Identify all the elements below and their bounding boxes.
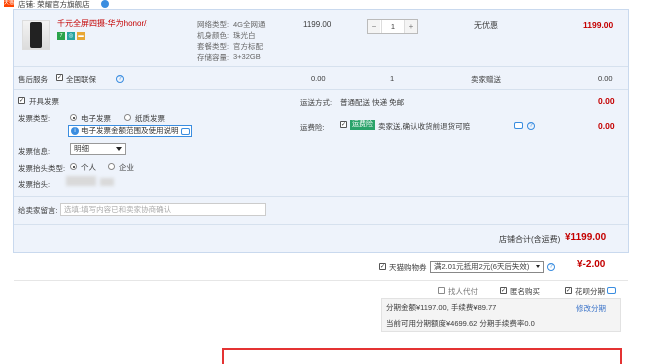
message-label: 给卖家留言: — [18, 206, 58, 215]
invoice-header-type-label: 发票抬头类型: — [18, 164, 66, 173]
installment-line1: 分期金额¥1197.00, 手续费¥89.77 — [386, 303, 497, 312]
attr-value-network: 4G全网通 — [233, 20, 266, 29]
row-divider — [14, 66, 628, 67]
coupon-label: 天猫购物券 — [389, 263, 427, 272]
row-divider — [14, 280, 628, 281]
chat-bubble-icon[interactable] — [607, 287, 616, 294]
coupon-select-value: 满2.01元抵用2元(6天后失效) — [434, 262, 530, 271]
modify-installment-link[interactable]: 修改分期 — [576, 303, 606, 314]
radio-company[interactable] — [108, 163, 115, 170]
insurance-label: 运费险: — [300, 123, 325, 132]
insurance-desc: 卖家送,确认收货前退货可赔 — [378, 122, 471, 131]
attr-label-network: 网络类型: — [197, 20, 230, 29]
coupon-select[interactable]: 满2.01元抵用2元(6天后失效) — [430, 261, 544, 273]
proxy-pay-label: 找人代付 — [448, 287, 478, 296]
chat-bubble-icon[interactable] — [514, 122, 523, 129]
insurance-checkbox[interactable] — [340, 121, 347, 128]
chevron-down-icon — [116, 147, 122, 151]
service-badge-icon: ◎ — [67, 32, 75, 40]
attr-label-storage: 存储容量: — [197, 53, 230, 62]
invoice-info-label: 发票信息: — [18, 147, 51, 156]
invoice-tip[interactable]: i 电子发票金额范围及使用说明 — [68, 125, 192, 137]
shipping-price: 0.00 — [598, 96, 615, 106]
company-label: 企业 — [119, 163, 134, 172]
decrease-button[interactable]: − — [368, 20, 380, 33]
message-input[interactable]: 选填:填写内容已和卖家协商确认 — [60, 203, 266, 216]
chevron-down-icon — [536, 265, 540, 268]
chat-icon[interactable] — [101, 0, 109, 8]
unit-price: 1199.00 — [303, 20, 332, 29]
order-summary-box — [222, 348, 622, 364]
credit-card-icon: ▬ — [77, 32, 85, 40]
invoice-tip-text: 电子发票金额范围及使用说明 — [81, 126, 179, 135]
info-icon: i — [71, 127, 79, 135]
row-divider — [14, 196, 628, 197]
attr-label-package: 套餐类型: — [197, 42, 230, 51]
seven-day-return-icon: 7 — [57, 32, 65, 40]
service-qty: 1 — [390, 74, 395, 83]
service-checkbox[interactable] — [56, 74, 63, 81]
service-subtotal: 0.00 — [598, 74, 613, 83]
personal-label: 个人 — [81, 163, 96, 172]
anonymous-checkbox[interactable] — [500, 287, 507, 294]
quantity-stepper: − 1 + — [367, 19, 418, 34]
help-icon[interactable]: ? — [527, 122, 535, 130]
attr-value-color: 珠光白 — [233, 31, 256, 40]
item-subtotal: 1199.00 — [583, 20, 614, 30]
shop-total-label: 店铺合计(含运费) — [499, 235, 561, 244]
tmall-tag-icon: 天猫 — [4, 0, 15, 7]
attr-value-package: 官方标配 — [233, 42, 263, 51]
invoice-header-value-redacted — [66, 176, 96, 186]
insurance-badge: 运费险 — [350, 120, 375, 130]
service-name: 全国联保 — [66, 75, 96, 84]
proxy-pay-checkbox[interactable] — [438, 287, 445, 294]
quantity-input[interactable]: 1 — [381, 20, 405, 33]
service-label: 售后服务 — [18, 75, 48, 84]
shop-total-value: ¥1199.00 — [565, 232, 607, 243]
attr-value-storage: 3+32GB — [233, 52, 261, 61]
paper-invoice-label: 纸质发票 — [135, 114, 165, 123]
invoice-checkbox[interactable] — [18, 97, 25, 104]
increase-button[interactable]: + — [405, 20, 417, 33]
shipping-method-label: 运送方式: — [300, 98, 333, 107]
installment-line2: 当前可用分期额度¥4699.62 分期手续费率0.0 — [386, 319, 535, 328]
radio-paper-invoice[interactable] — [124, 114, 131, 121]
help-icon[interactable]: ? — [547, 263, 555, 271]
phone-icon — [30, 22, 42, 48]
product-title[interactable]: 千元全屏四摄-华为honor/荣耀... — [57, 18, 147, 29]
row-divider — [14, 89, 628, 90]
attr-label-color: 机身颜色: — [197, 31, 230, 40]
discount-text: 无优惠 — [474, 21, 498, 30]
invoice-info-value: 明细 — [74, 144, 89, 153]
row-divider — [14, 224, 628, 225]
invoice-header-value-redacted — [100, 178, 114, 186]
coupon-value: ¥-2.00 — [577, 259, 606, 270]
huabei-checkbox[interactable] — [565, 287, 572, 294]
radio-e-invoice[interactable] — [70, 114, 77, 121]
anonymous-label: 匿名购买 — [510, 287, 540, 296]
huabei-label: 花呗分期 — [575, 287, 605, 296]
radio-personal[interactable] — [70, 163, 77, 170]
service-price: 0.00 — [311, 74, 326, 83]
invoice-header-label: 发票抬头: — [18, 180, 51, 189]
invoice-info-select[interactable]: 明细 — [70, 143, 126, 155]
shipping-method-value: 普通配送 快递 免邮 — [340, 98, 405, 107]
service-gift: 卖家赠送 — [471, 75, 501, 84]
insurance-price: 0.00 — [598, 121, 615, 131]
chat-bubble-icon[interactable] — [181, 128, 190, 135]
invoice-open-label: 开具发票 — [29, 97, 59, 106]
help-icon[interactable]: ? — [116, 75, 124, 83]
invoice-type-label: 发票类型: — [18, 114, 51, 123]
coupon-checkbox[interactable] — [379, 263, 386, 270]
e-invoice-label: 电子发票 — [81, 114, 111, 123]
